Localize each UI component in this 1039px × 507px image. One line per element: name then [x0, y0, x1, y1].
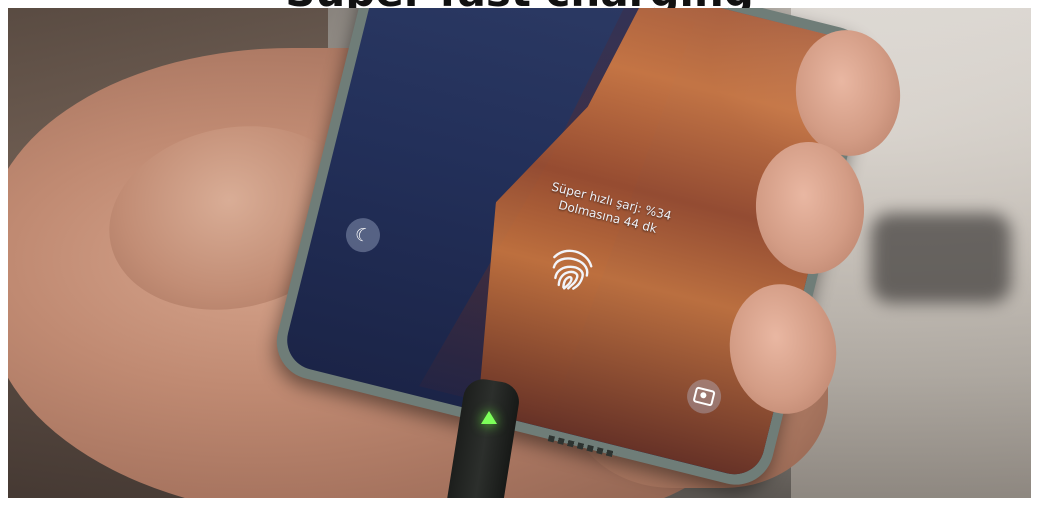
background-object — [871, 213, 1011, 303]
charging-led-icon — [481, 411, 497, 424]
phone-shortcut-button[interactable]: ☾ — [342, 214, 384, 256]
photo-frame: Süper hızlı şarj: %34 Dolmasına 44 dk ☾ — [8, 8, 1031, 498]
phone-icon: ☾ — [352, 223, 374, 248]
camera-icon — [692, 386, 716, 407]
